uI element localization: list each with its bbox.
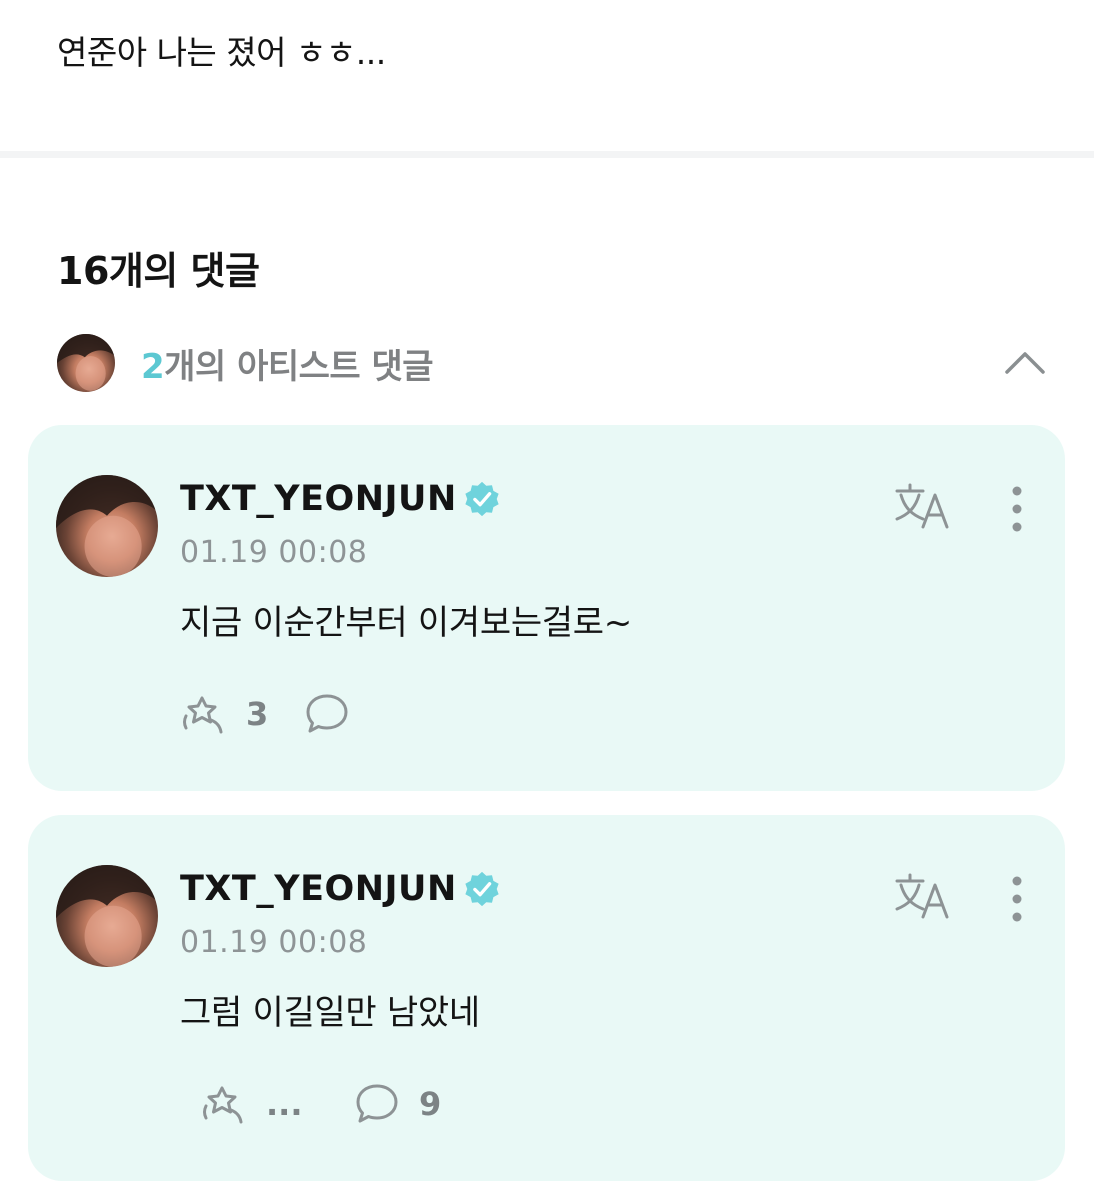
- artist-comment-card: TXT_YEONJUN 01.19 00:08 지금 이순간부터 이겨보는걸로~: [28, 425, 1065, 791]
- comment-timestamp: 01.19 00:08: [180, 535, 368, 570]
- comment-text: 지금 이순간부터 이겨보는걸로~: [180, 603, 632, 643]
- username[interactable]: TXT_YEONJUN: [180, 869, 457, 909]
- username[interactable]: TXT_YEONJUN: [180, 479, 457, 519]
- post-text: 연준아 나는 졌어 ㅎㅎ...: [57, 33, 386, 72]
- artist-comments-count: 2: [141, 346, 165, 387]
- artist-comment-card: TXT_YEONJUN 01.19 00:08 그럼 이길일만 남았네 ... …: [28, 815, 1065, 1181]
- comments-screen: 연준아 나는 졌어 ㅎㅎ... 16개의 댓글 2개의 아티스트 댓글 TXT_…: [0, 0, 1094, 1200]
- author-line: TXT_YEONJUN: [180, 869, 501, 909]
- translate-icon[interactable]: [893, 871, 953, 921]
- avatar: [57, 334, 115, 392]
- more-vertical-icon[interactable]: [1007, 485, 1027, 533]
- artist-comments-label: 개의 아티스트 댓글: [164, 346, 434, 387]
- reply-count: 9: [419, 1085, 442, 1123]
- author-line: TXT_YEONJUN: [180, 479, 501, 519]
- avatar[interactable]: [56, 865, 158, 967]
- star-cheer-icon: [203, 1086, 243, 1124]
- like-button[interactable]: ...: [200, 1080, 302, 1128]
- reply-button[interactable]: 9: [353, 1080, 441, 1128]
- section-divider: [0, 151, 1094, 158]
- verified-badge-icon: [465, 481, 499, 517]
- like-count: 3: [246, 695, 269, 733]
- comment-text: 그럼 이길일만 남았네: [180, 993, 480, 1033]
- artist-comments-toggle[interactable]: 2개의 아티스트 댓글: [57, 334, 1047, 392]
- like-count: ...: [266, 1085, 303, 1123]
- comment-timestamp: 01.19 00:08: [180, 925, 368, 960]
- reply-button[interactable]: [303, 690, 369, 738]
- like-button[interactable]: 3: [180, 690, 268, 738]
- avatar[interactable]: [56, 475, 158, 577]
- artist-comments-summary: 2개의 아티스트 댓글: [141, 339, 434, 388]
- comments-count-title: 16개의 댓글: [57, 249, 260, 293]
- verified-badge-icon: [465, 871, 499, 907]
- translate-icon[interactable]: [893, 481, 953, 531]
- speech-bubble-icon: [306, 694, 348, 733]
- more-vertical-icon[interactable]: [1007, 875, 1027, 923]
- chevron-up-icon[interactable]: [1003, 342, 1047, 386]
- star-cheer-icon: [183, 696, 223, 734]
- speech-bubble-icon: [356, 1084, 398, 1123]
